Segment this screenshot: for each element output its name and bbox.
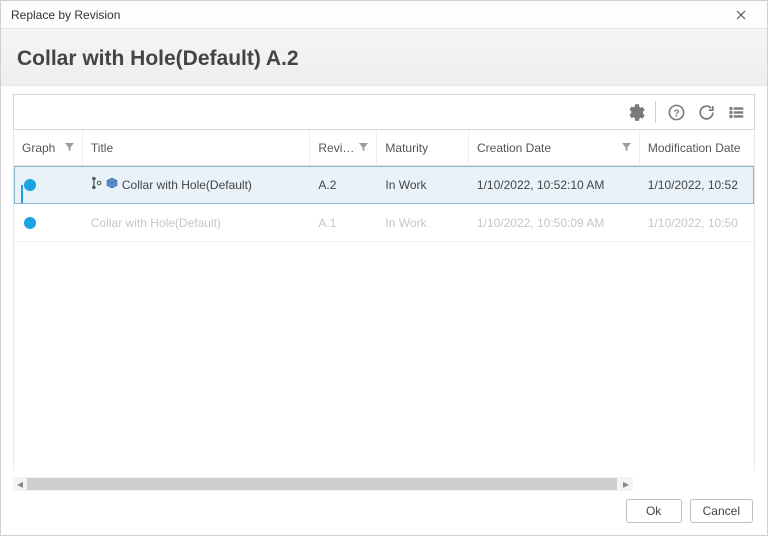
scroll-right-icon[interactable]: ▸ — [619, 477, 633, 491]
window-title: Replace by Revision — [11, 8, 120, 22]
toolbar: ? — [13, 94, 755, 130]
row-modification: 1/10/2022, 10:50 — [640, 204, 754, 241]
col-title[interactable]: Title — [83, 130, 310, 165]
row-modification: 1/10/2022, 10:52 — [640, 166, 754, 203]
gear-icon[interactable] — [623, 100, 647, 124]
graph-node-icon — [24, 179, 36, 191]
row-title: Collar with Hole(Default) — [122, 178, 252, 192]
col-revision-label: Revi… — [318, 141, 354, 155]
col-revision[interactable]: Revi… — [310, 130, 377, 165]
close-button[interactable] — [723, 3, 759, 27]
row-maturity: In Work — [377, 166, 469, 203]
row-creation: 1/10/2022, 10:52:10 AM — [469, 166, 640, 203]
filter-icon — [65, 143, 74, 152]
col-maturity[interactable]: Maturity — [377, 130, 469, 165]
revision-table: Graph Title Revi… Maturity Creation Date… — [13, 130, 755, 470]
filter-icon — [622, 143, 631, 152]
refresh-icon[interactable] — [694, 100, 718, 124]
svg-text:?: ? — [673, 108, 679, 119]
col-modification-label: Modification Date — [648, 141, 741, 155]
help-icon[interactable]: ? — [664, 100, 688, 124]
row-title: Collar with Hole(Default) — [91, 216, 221, 230]
row-maturity: In Work — [377, 204, 469, 241]
table-row[interactable]: Collar with Hole(Default) A.2 In Work 1/… — [14, 166, 754, 204]
filter-icon — [359, 143, 368, 152]
col-graph[interactable]: Graph — [14, 130, 83, 165]
cancel-button[interactable]: Cancel — [690, 499, 753, 523]
table-body: Collar with Hole(Default) A.2 In Work 1/… — [14, 166, 754, 242]
dialog-footer: Ok Cancel — [626, 499, 753, 523]
graph-cell — [14, 204, 83, 241]
dialog-header: Collar with Hole(Default) A.2 — [1, 29, 767, 86]
row-creation: 1/10/2022, 10:50:09 AM — [469, 204, 640, 241]
title-cell: Collar with Hole(Default) — [83, 166, 311, 203]
col-creation[interactable]: Creation Date — [469, 130, 640, 165]
titlebar: Replace by Revision — [1, 1, 767, 29]
scroll-left-icon[interactable]: ◂ — [13, 477, 27, 491]
col-modification[interactable]: Modification Date — [640, 130, 754, 165]
table-row[interactable]: Collar with Hole(Default) A.1 In Work 1/… — [14, 204, 754, 242]
row-revision: A.1 — [310, 204, 377, 241]
col-graph-label: Graph — [22, 141, 55, 155]
graph-node-icon — [24, 217, 36, 229]
title-cell: Collar with Hole(Default) — [83, 204, 311, 241]
scrollbar-thumb[interactable] — [27, 478, 617, 490]
horizontal-scrollbar[interactable]: ◂ ▸ — [13, 477, 633, 491]
list-settings-icon[interactable] — [724, 100, 748, 124]
graph-edge — [21, 185, 23, 203]
row-revision: A.2 — [310, 166, 377, 203]
col-creation-label: Creation Date — [477, 141, 551, 155]
toolbar-separator — [655, 101, 656, 123]
part-icon — [106, 177, 118, 192]
graph-cell — [14, 166, 83, 203]
table-header: Graph Title Revi… Maturity Creation Date… — [14, 130, 754, 166]
col-title-label: Title — [91, 141, 113, 155]
revision-branch-icon — [91, 176, 102, 193]
ok-button[interactable]: Ok — [626, 499, 682, 523]
page-title: Collar with Hole(Default) A.2 — [17, 47, 751, 71]
col-maturity-label: Maturity — [385, 141, 428, 155]
